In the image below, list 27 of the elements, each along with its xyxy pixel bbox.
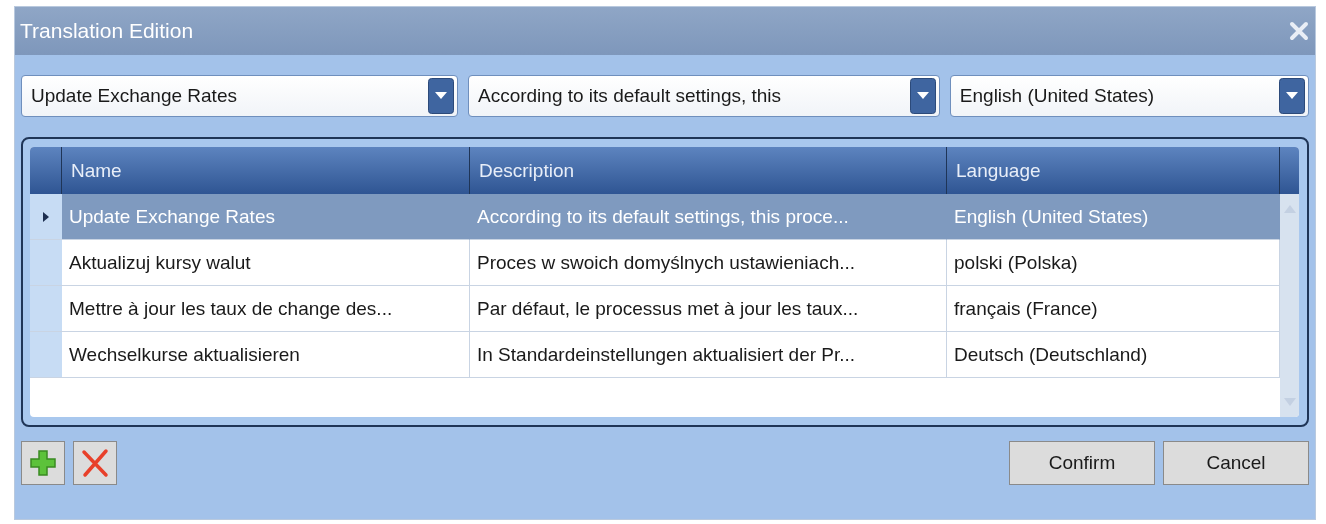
table-cell: Par défaut, le processus met à jour les taux... [477,297,859,320]
table-row[interactable]: Aktualizuj kursy walut Proces w swoich domyślnych ustawieniach... polski (Polska) [30,240,1280,286]
table-cell: Mettre à jour les taux de change des... [69,297,393,320]
add-button[interactable] [21,441,65,485]
dropdown-field[interactable]: Update Exchange Rates [21,75,458,117]
table-cell: In Standardeinstellungen aktualisiert der Pr... [477,343,856,366]
table-cell: English (United States) [954,205,1149,228]
plus-icon [28,448,58,478]
table-cell: Deutsch (Deutschland) [954,343,1148,366]
delete-button[interactable] [73,441,117,485]
dropdown-field[interactable]: English (United States) [949,75,1309,117]
dropdown-field[interactable]: According to its default settings, this [467,75,940,117]
table-cell: Proces w swoich domyślnych ustawieniach... [477,251,856,274]
dialog-button[interactable]: Cancel [1163,441,1309,485]
table-row[interactable]: Mettre à jour les taux de change des... Par défaut, le processus met à jour les taux... français (France) [30,286,1280,332]
table-row[interactable]: Wechselkurse aktualisieren In Standardeinstellungen aktualisiert der Pr... Deutsch (Deutschland) [30,332,1280,378]
table-cell: Wechselkurse aktualisieren [69,343,300,366]
table-cell: Aktualizuj kursy walut [69,251,251,274]
table-cell: According to its default settings, this proce... [477,205,849,228]
window-title: Translation Edition [20,19,194,43]
dialog-button[interactable]: Confirm [1009,441,1155,485]
cross-icon [80,448,110,478]
table-cell: polski (Polska) [954,251,1078,274]
close-icon[interactable] [1289,21,1309,41]
table-cell: Update Exchange Rates [69,205,275,228]
row-pointer-icon [42,210,50,223]
table-cell: français (France) [954,297,1098,320]
